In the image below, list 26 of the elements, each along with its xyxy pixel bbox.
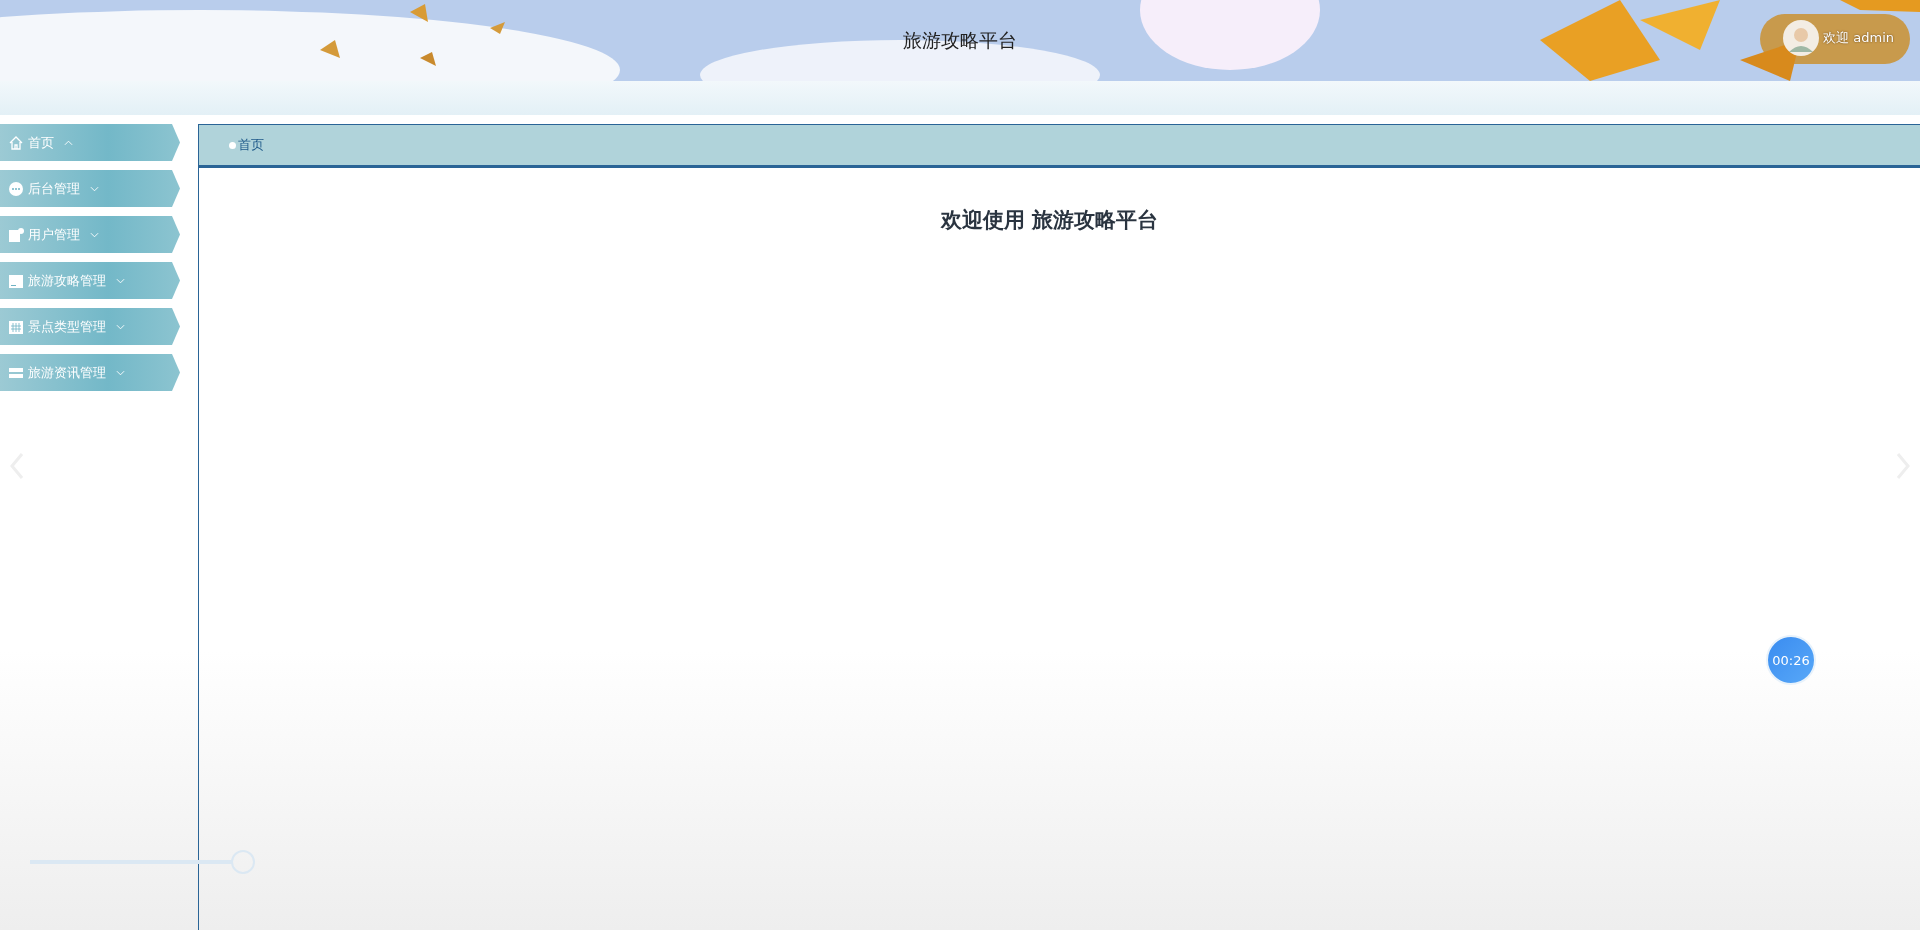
caret-icon [116, 277, 125, 284]
home-icon [8, 134, 24, 151]
progress-slider[interactable] [30, 850, 256, 874]
caret-icon [90, 231, 99, 238]
menu-item[interactable]: 首页 [0, 124, 180, 161]
bullet-icon [229, 141, 236, 149]
avatar-icon[interactable] [1783, 20, 1820, 56]
user-greeting[interactable]: 欢迎 admin [1823, 29, 1894, 47]
caret-icon [116, 323, 125, 330]
slider-thumb[interactable] [231, 850, 256, 874]
menu-item[interactable]: 用户管理 [0, 216, 180, 253]
welcome-heading: 欢迎使用 旅游攻略平台 [939, 207, 1160, 234]
caret-icon [90, 185, 99, 192]
dots-icon [8, 180, 24, 197]
menu-item[interactable]: 景点类型管理 [0, 308, 180, 345]
grid-icon [8, 318, 24, 335]
user-icon [8, 226, 24, 243]
breadcrumb-link[interactable]: 首页 [238, 136, 264, 154]
menu-item[interactable]: 旅游资讯管理 [0, 354, 180, 391]
card-icon [8, 272, 24, 289]
caret-icon [64, 139, 73, 146]
timer-badge[interactable]: 00:26 [1766, 635, 1816, 685]
caret-icon [116, 369, 125, 376]
site-title: 旅游攻略平台 [903, 27, 1017, 53]
menu-item[interactable]: 后台管理 [0, 170, 180, 207]
menu-item[interactable]: 旅游攻略管理 [0, 262, 180, 299]
